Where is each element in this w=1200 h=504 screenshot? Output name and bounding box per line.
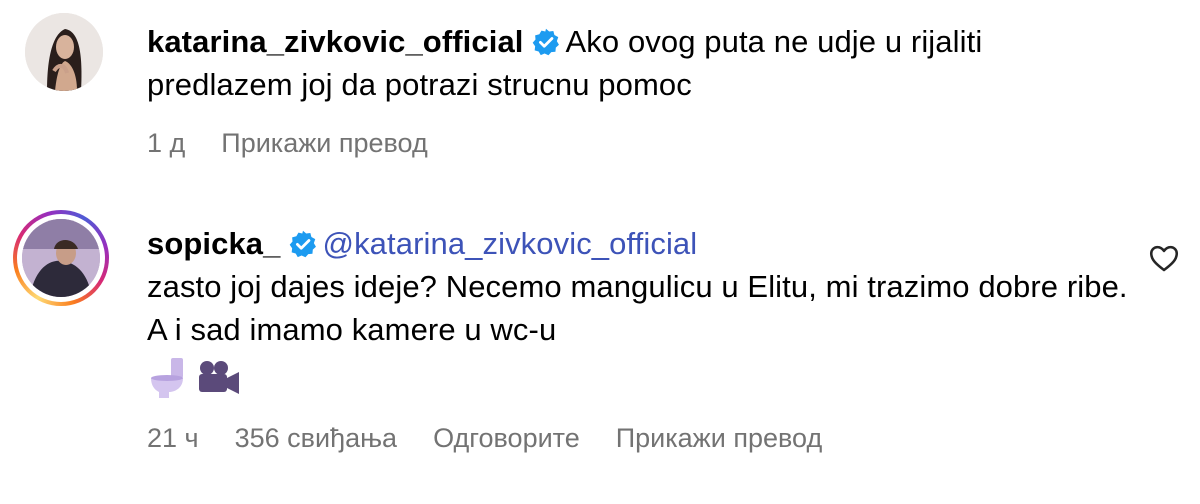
avatar-photo-icon	[22, 219, 100, 297]
likes-count[interactable]: 356 свиђања	[235, 423, 397, 453]
timestamp[interactable]: 21 ч	[147, 423, 199, 453]
avatar[interactable]	[22, 219, 100, 297]
comment-body: sopicka_ @katarina_zivkovic_officialzasto…	[147, 222, 1130, 351]
verified-badge-icon	[289, 230, 316, 258]
comment-text: katarina_zivkovic_official Ako ovog puta …	[147, 20, 1130, 106]
comment-text: sopicka_ @katarina_zivkovic_officialzasto…	[147, 222, 1130, 351]
like-heart-icon[interactable]	[1147, 241, 1181, 275]
mention-link[interactable]: @katarina_zivkovic_official	[323, 226, 698, 261]
username[interactable]: katarina_zivkovic_official	[147, 24, 524, 59]
verified-badge-icon	[532, 28, 559, 56]
emoji-row	[147, 352, 257, 402]
timestamp[interactable]: 1 д	[147, 128, 185, 158]
username[interactable]: sopicka_	[147, 226, 281, 261]
comment-message: zasto joj dajes ideje? Necemo mangulicu …	[147, 269, 1128, 347]
avatar[interactable]	[25, 13, 103, 91]
toilet-icon	[151, 358, 183, 398]
comment-body: katarina_zivkovic_official Ako ovog puta …	[147, 20, 1130, 106]
reply-button[interactable]: Одговорите	[433, 423, 580, 453]
comment-meta: 1 д Прикажи превод	[147, 128, 464, 159]
comment-meta: 21 ч 356 свиђања Одговорите Прикажи превод	[147, 423, 858, 454]
show-translation-button[interactable]: Прикажи превод	[616, 423, 822, 453]
video-camera-icon	[199, 361, 239, 394]
avatar-photo-icon	[25, 13, 103, 91]
show-translation-button[interactable]: Прикажи превод	[221, 128, 427, 158]
